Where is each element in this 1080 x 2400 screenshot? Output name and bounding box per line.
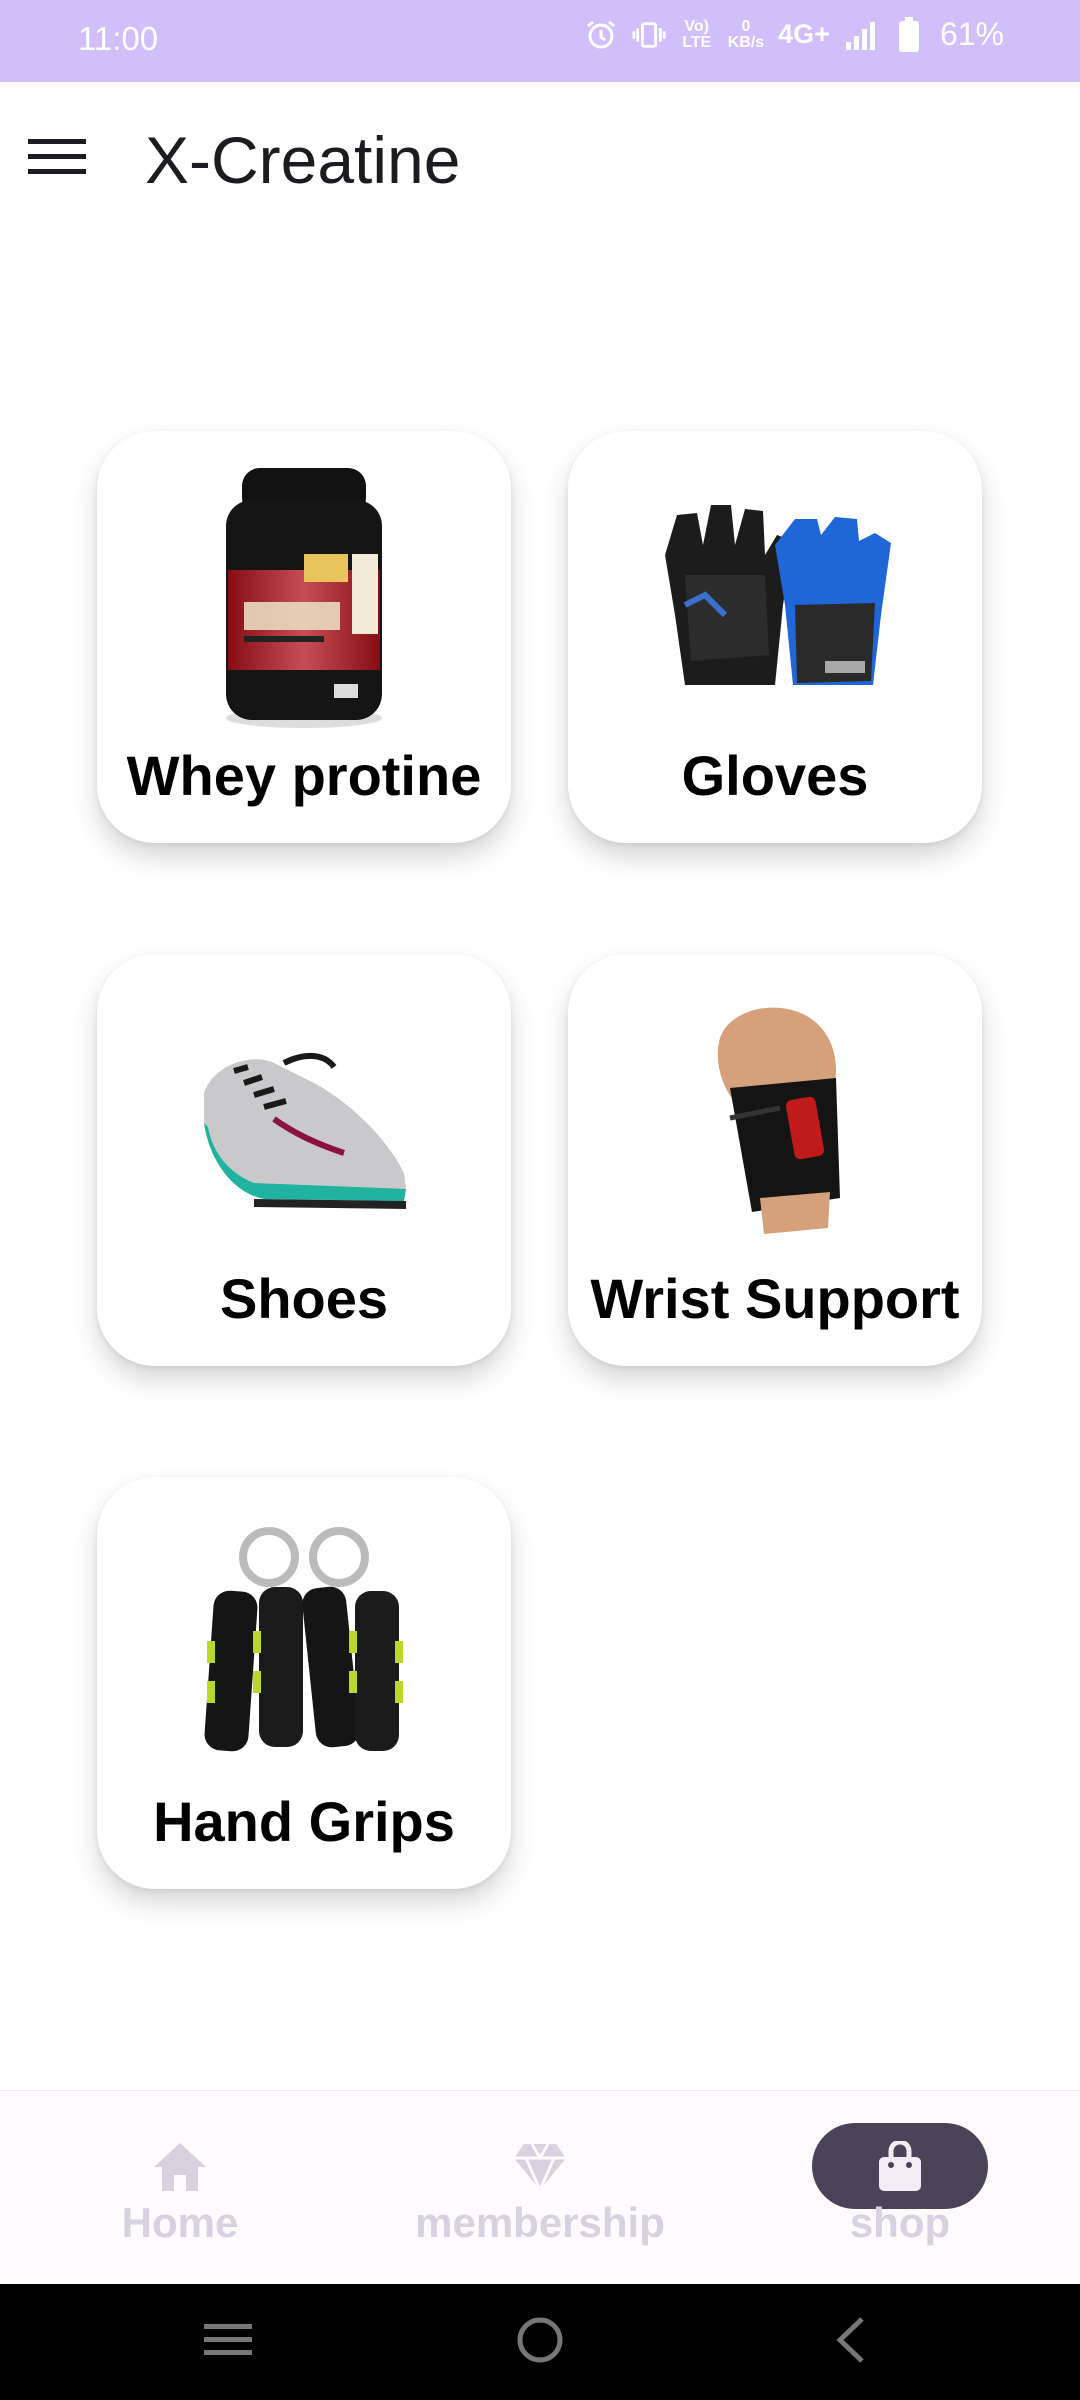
category-card-whey[interactable]: Whey protine <box>97 431 511 843</box>
back-icon <box>832 2315 868 2370</box>
alarm-icon <box>584 18 618 52</box>
nav-item-home[interactable]: Home <box>0 2091 360 2285</box>
volte-icon: Vo) LTE <box>682 17 712 51</box>
system-navigation-bar <box>0 2284 1080 2400</box>
category-label: Gloves <box>681 744 869 807</box>
category-card-shoes[interactable]: Shoes <box>97 954 511 1366</box>
category-label: Hand Grips <box>153 1790 455 1853</box>
hand-grips-image <box>97 1503 511 1779</box>
speed-unit: KB/s <box>727 33 765 51</box>
nav-label-shop: shop <box>849 2199 951 2246</box>
nav-label-home: Home <box>121 2199 239 2246</box>
home-circle-icon <box>515 2315 565 2370</box>
category-card-hand-grips[interactable]: Hand Grips <box>97 1477 511 1889</box>
speed-value: 0 <box>741 17 751 35</box>
category-label: Whey protine <box>126 744 482 807</box>
system-home-button[interactable] <box>440 2284 640 2400</box>
nav-item-shop[interactable]: shop <box>720 2091 1080 2285</box>
category-label: Wrist Support <box>590 1267 960 1330</box>
gym-gloves-image <box>568 457 982 733</box>
app-bar: X-Creatine <box>0 82 1080 236</box>
hamburger-menu-icon <box>28 137 86 182</box>
shopping-bag-icon <box>720 2137 1080 2197</box>
app-title: X-Creatine <box>145 123 461 197</box>
nav-label-membership: membership <box>415 2199 665 2246</box>
category-card-gloves[interactable]: Gloves <box>568 431 982 843</box>
recents-button[interactable] <box>128 2284 328 2400</box>
category-card-wrist-support[interactable]: Wrist Support <box>568 954 982 1366</box>
diamond-icon <box>360 2137 720 2197</box>
menu-button[interactable] <box>20 128 94 190</box>
status-icons: Vo) LTE 0 KB/s 4G+ 61% <box>584 16 1004 53</box>
recents-icon <box>202 2320 254 2365</box>
home-icon <box>0 2137 360 2197</box>
nav-item-membership[interactable]: membership <box>360 2091 720 2285</box>
category-label: Shoes <box>219 1267 389 1330</box>
back-button[interactable] <box>750 2284 950 2400</box>
bottom-navigation: Home membership shop <box>0 2090 1080 2285</box>
running-shoe-image <box>97 980 511 1256</box>
signal-icon <box>844 18 878 52</box>
whey-protein-tub-image <box>97 457 511 733</box>
battery-icon <box>892 16 926 52</box>
network-type: 4G+ <box>778 19 830 49</box>
status-time: 11:00 <box>78 20 159 57</box>
battery-percent: 61% <box>939 16 1004 52</box>
wrist-support-image <box>568 980 982 1256</box>
status-bar: 11:00 Vo) LTE 0 KB/s 4G+ 61% <box>0 0 1080 82</box>
vibrate-icon <box>632 18 666 52</box>
network-speed: 0 KB/s <box>727 17 765 51</box>
